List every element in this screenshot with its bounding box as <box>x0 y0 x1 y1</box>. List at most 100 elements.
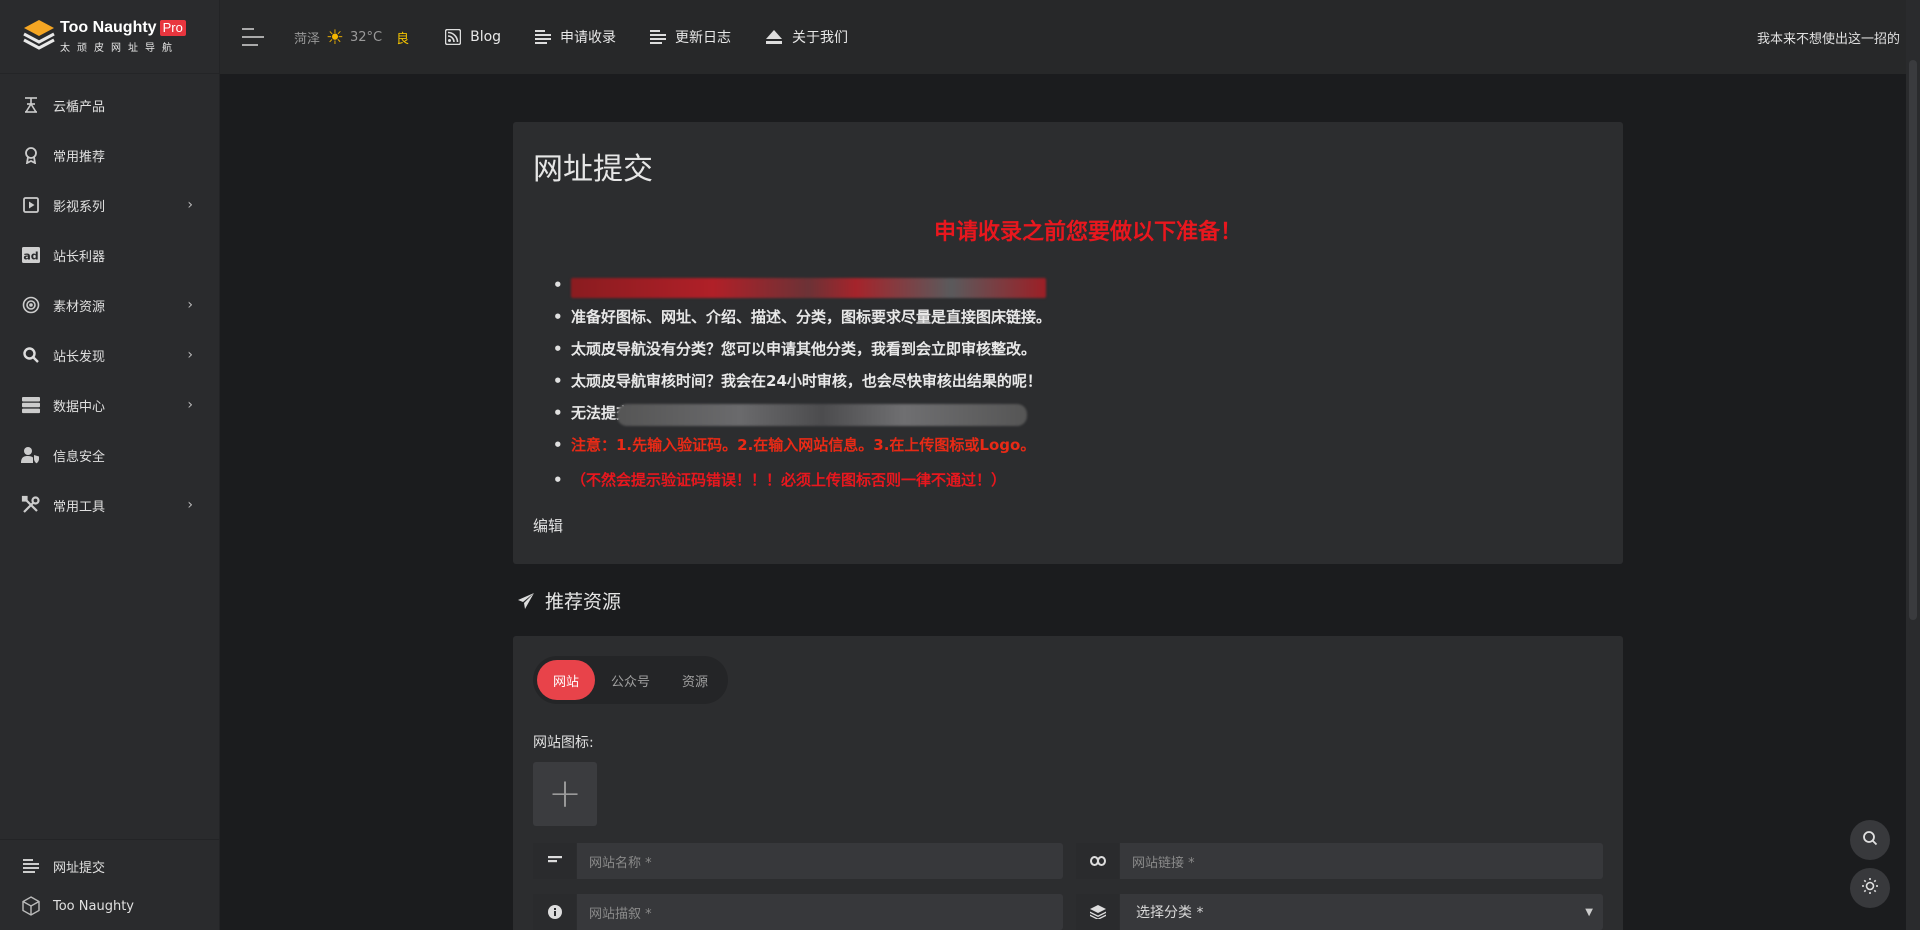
caret-down-icon: ▼ <box>1585 906 1593 918</box>
top-link-label: 更新日志 <box>675 30 732 46</box>
layers-icon <box>1076 894 1120 930</box>
list-item: 太顽皮导航审核时间？我会在24小时审核，也会尽快审核出结果的呢！ <box>553 366 1051 398</box>
paper-plane-icon <box>517 592 535 610</box>
submit-info-card: 网址提交 申请收录之前您要做以下准备！ 准备好图标、网址、介绍、描述、分类，图标… <box>513 122 1623 564</box>
rss-icon <box>445 29 462 45</box>
page-scrollbar[interactable] <box>1906 0 1920 930</box>
sidebar-item-tools[interactable]: 常用工具 › <box>0 480 219 530</box>
sidebar-item-video[interactable]: 影视系列 › <box>0 180 219 230</box>
list-item: 无法提交 <box>553 398 1051 430</box>
sidebar-item-label: 云楯产品 <box>53 99 106 115</box>
category-select-value: 选择分类 * <box>1136 905 1204 921</box>
brand-title: Too Naughty <box>60 19 157 36</box>
notice-heading: 申请收录之前您要做以下准备！ <box>933 220 1242 245</box>
eject-icon <box>765 29 783 45</box>
site-desc-input[interactable]: 网站描叙 * <box>577 894 1063 930</box>
search-icon <box>20 344 42 366</box>
tab-website[interactable]: 网站 <box>537 660 596 700</box>
link-icon <box>1076 843 1120 879</box>
user-shield-icon <box>20 444 42 466</box>
sidebar-item-label: 网址提交 <box>53 860 106 876</box>
search-icon <box>1862 830 1878 850</box>
lines-icon <box>650 29 667 45</box>
chevron-right-icon: › <box>187 197 193 213</box>
site-link-input[interactable]: 网站链接 * <box>1120 843 1603 879</box>
award-icon <box>20 144 42 166</box>
sidebar-item-submit-site[interactable]: 网址提交 <box>0 846 219 886</box>
recommend-form-card: 网站 公众号 资源 网站图标: + 网站名称 * 网站链接 * 网站描叙 * 选… <box>513 636 1623 930</box>
sidebar-item-security[interactable]: 信息安全 <box>0 430 219 480</box>
search-float-button[interactable] <box>1850 820 1890 860</box>
sidebar-item-label: 影视系列 <box>53 199 106 215</box>
play-box-icon <box>20 194 42 216</box>
lines-icon <box>535 29 552 45</box>
sidebar-item-label: Too Naughty <box>53 898 134 914</box>
site-icon-label: 网站图标: <box>533 735 594 751</box>
sidebar-item-label: 站长发现 <box>53 349 106 365</box>
sun-outline-icon <box>1861 877 1879 899</box>
sidebar-item-materials[interactable]: 素材资源 › <box>0 280 219 330</box>
redacted-blur <box>571 278 1046 298</box>
top-link-changelog[interactable]: 更新日志 <box>650 27 731 47</box>
site-name-field[interactable]: 网站名称 * <box>533 843 1063 879</box>
redacted-blur <box>617 404 1027 426</box>
edit-link[interactable]: 编辑 <box>533 515 563 536</box>
sidebar-item-label: 数据中心 <box>53 399 106 415</box>
tips-list: 准备好图标、网址、介绍、描述、分类，图标要求尽量是直接图床链接。 太顽皮导航没有… <box>553 270 1051 498</box>
section-title: 推荐资源 <box>517 587 621 614</box>
signal-icon <box>20 294 42 316</box>
top-link-blog[interactable]: Blog <box>445 29 501 45</box>
theme-toggle-button[interactable] <box>1850 868 1890 908</box>
site-name-input[interactable]: 网站名称 * <box>577 843 1063 879</box>
sidebar-item-datacenter[interactable]: 数据中心 › <box>0 380 219 430</box>
category-select[interactable]: 选择分类 * ▼ <box>1120 894 1603 930</box>
sidebar-item-yundun[interactable]: 云楯产品 <box>0 80 219 130</box>
sidebar-nav: 云楯产品 常用推荐 影视系列 › ad 站长利器 素材资源 › 站长发现 › 数… <box>0 74 219 530</box>
top-link-label: 申请收录 <box>560 30 617 46</box>
plus-icon: + <box>548 771 582 817</box>
sun-icon: ☀ <box>326 25 344 49</box>
top-link-about[interactable]: 关于我们 <box>765 27 848 47</box>
upload-icon-button[interactable]: + <box>533 762 597 826</box>
section-title-text: 推荐资源 <box>545 591 622 613</box>
tower-icon <box>20 94 42 116</box>
sidebar: Too Naughty Pro 太顽皮网址导航 云楯产品 常用推荐 影视系列 › <box>0 0 220 930</box>
list-icon <box>20 855 42 877</box>
weather-temp: 32°C <box>349 29 383 45</box>
weather-city: 菏泽 <box>294 31 321 47</box>
top-link-apply[interactable]: 申请收录 <box>535 27 616 47</box>
category-field[interactable]: 选择分类 * ▼ <box>1076 894 1603 930</box>
chevron-right-icon: › <box>187 297 193 313</box>
air-quality: 良 <box>396 31 410 47</box>
sidebar-item-label: 常用工具 <box>53 499 106 515</box>
sidebar-item-too-naughty[interactable]: Too Naughty <box>0 886 219 926</box>
chevron-right-icon: › <box>187 347 193 363</box>
text-lines-icon <box>533 843 577 879</box>
tab-official-account[interactable]: 公众号 <box>595 660 666 700</box>
info-icon <box>533 894 577 930</box>
brand-badge: Pro <box>159 20 186 36</box>
weather-widget[interactable]: 菏泽 ☀ 32°C 良 <box>294 25 409 49</box>
sidebar-item-webmaster-tools[interactable]: ad 站长利器 <box>0 230 219 280</box>
page-title: 网址提交 <box>533 152 653 187</box>
chevron-right-icon: › <box>187 397 193 413</box>
tools-icon <box>20 494 42 516</box>
site-desc-field[interactable]: 网站描叙 * <box>533 894 1063 930</box>
warning-item: （不然会提示验证码错误！！！必须上传图标否则一律不通过！） <box>553 462 1051 498</box>
tab-resource[interactable]: 资源 <box>666 660 724 700</box>
sidebar-item-recommend[interactable]: 常用推荐 <box>0 130 219 180</box>
brand-logo[interactable]: Too Naughty Pro 太顽皮网址导航 <box>0 0 219 74</box>
top-bar: 菏泽 ☀ 32°C 良 Blog 申请收录 更新日志 关于我们 我本来不想使出这… <box>220 0 1920 74</box>
scrollbar-thumb[interactable] <box>1909 60 1917 620</box>
top-right-text[interactable]: 我本来不想使出这一招的 <box>1757 0 1900 74</box>
site-link-field[interactable]: 网站链接 * <box>1076 843 1603 879</box>
tab-bar: 网站 公众号 资源 <box>533 656 729 704</box>
server-icon <box>20 394 42 416</box>
sidebar-item-discover[interactable]: 站长发现 › <box>0 330 219 380</box>
list-item: 准备好图标、网址、介绍、描述、分类，图标要求尽量是直接图床链接。 <box>553 302 1051 334</box>
sidebar-item-label: 信息安全 <box>53 449 106 465</box>
svg-text:ad: ad <box>23 250 38 263</box>
menu-toggle-icon[interactable] <box>242 28 264 46</box>
sidebar-item-label: 站长利器 <box>53 249 106 265</box>
ad-icon: ad <box>20 244 42 266</box>
